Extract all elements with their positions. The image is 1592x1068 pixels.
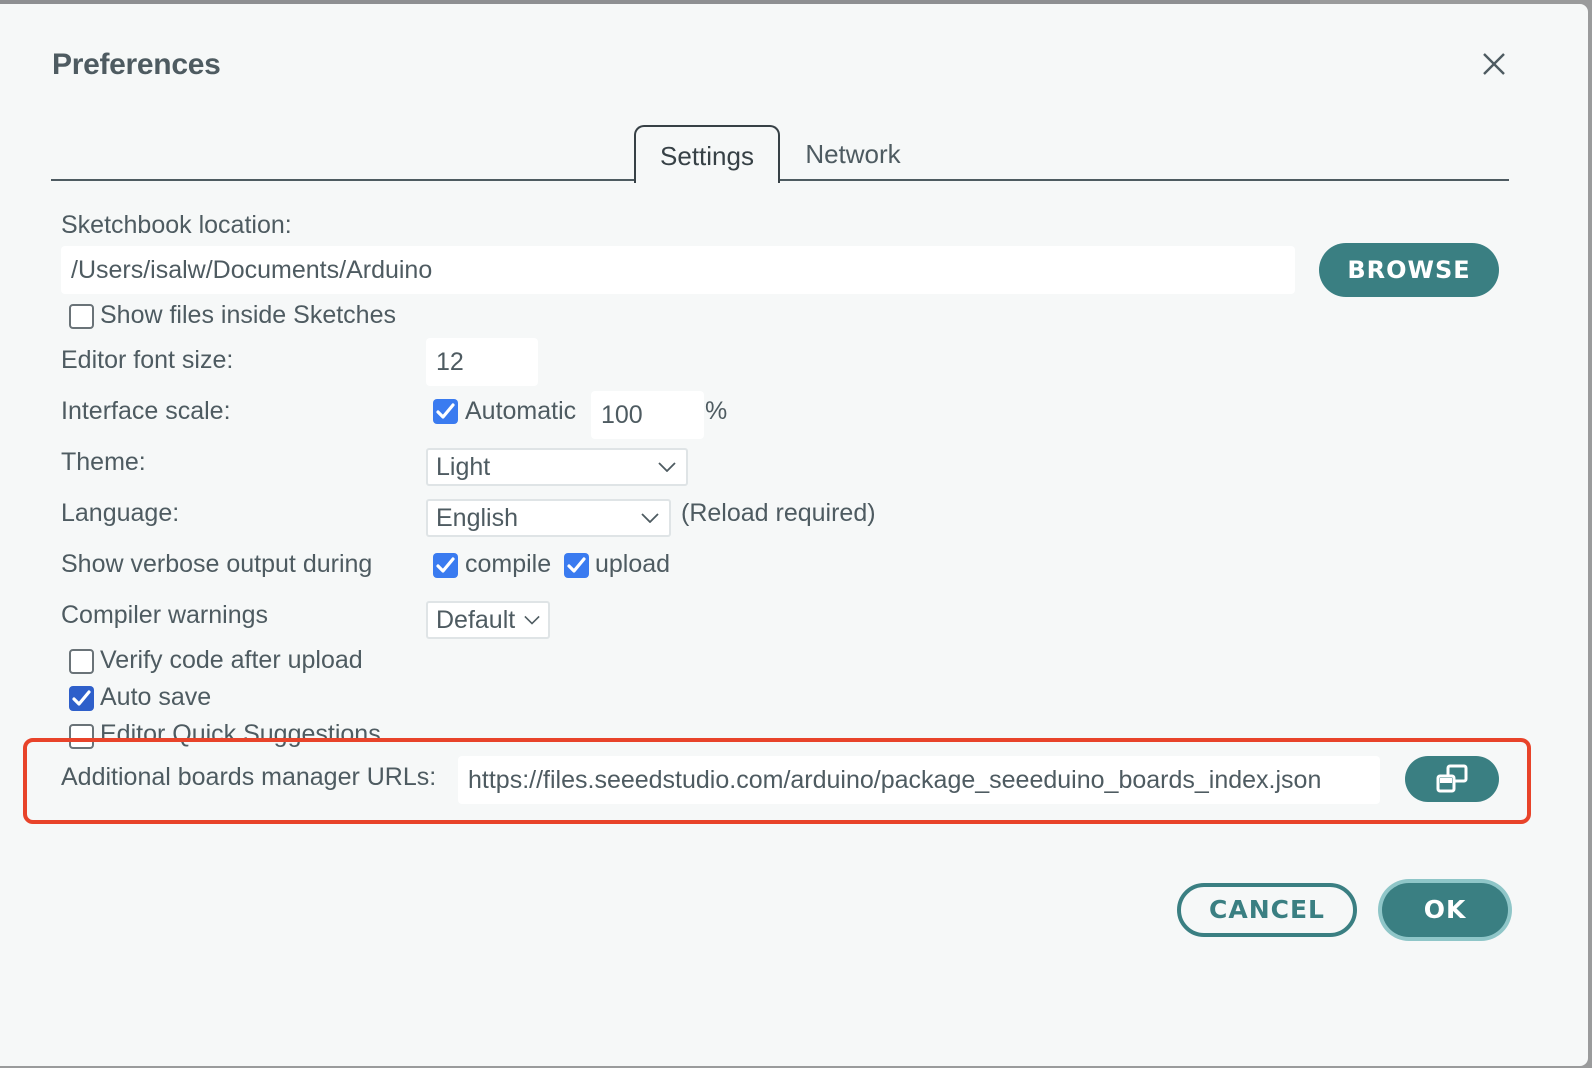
compiler-warnings-select[interactable]: Default <box>426 601 550 639</box>
checkmark-icon <box>436 557 455 573</box>
checkmark-icon <box>567 557 586 573</box>
verbose-upload-checkbox[interactable] <box>564 553 589 578</box>
theme-select[interactable]: Light <box>426 448 688 486</box>
close-button[interactable] <box>1478 48 1510 80</box>
compiler-warnings-select-value: Default <box>436 606 516 634</box>
editor-font-size-input[interactable]: 12 <box>426 338 538 386</box>
verbose-upload-label: upload <box>595 550 671 578</box>
checkmark-icon <box>436 403 455 419</box>
tab-settings[interactable]: Settings <box>634 125 780 183</box>
verbose-compile-checkbox[interactable] <box>433 553 458 578</box>
show-files-checkbox[interactable] <box>69 304 94 329</box>
verify-after-upload-checkbox[interactable] <box>69 649 94 674</box>
auto-save-label: Auto save <box>100 683 212 711</box>
preferences-dialog: Preferences Settings Network Sketchbook … <box>0 4 1588 1066</box>
editor-font-size-label: Editor font size: <box>61 346 234 374</box>
chevron-down-icon <box>641 513 659 523</box>
cancel-button[interactable]: CANCEL <box>1177 883 1357 937</box>
compiler-warnings-label: Compiler warnings <box>61 601 269 629</box>
verbose-output-label: Show verbose output during <box>61 550 373 578</box>
browse-button[interactable]: BROWSE <box>1319 243 1499 297</box>
verbose-compile-label: compile <box>465 550 552 578</box>
chevron-down-icon <box>658 462 676 472</box>
sketchbook-location-input[interactable]: /Users/isalw/Documents/Arduino <box>61 246 1295 294</box>
verify-after-upload-label: Verify code after upload <box>100 646 363 674</box>
open-in-window-icon <box>1436 764 1468 793</box>
boards-manager-urls-input[interactable]: https://files.seeedstudio.com/arduino/pa… <box>458 756 1380 804</box>
edit-boards-urls-button[interactable] <box>1405 756 1499 802</box>
interface-scale-input[interactable]: 100 <box>591 391 704 439</box>
language-select-value: English <box>436 504 518 532</box>
tabs-divider <box>51 179 1509 181</box>
show-files-label: Show files inside Sketches <box>100 301 396 329</box>
auto-save-checkbox[interactable] <box>69 686 94 711</box>
chevron-down-icon <box>524 615 540 625</box>
interface-scale-label: Interface scale: <box>61 397 231 425</box>
quick-suggestions-checkbox[interactable] <box>69 724 94 749</box>
close-icon <box>1483 53 1505 75</box>
reload-required-note: (Reload required) <box>681 499 876 527</box>
theme-label: Theme: <box>61 448 146 476</box>
automatic-scale-checkbox[interactable] <box>433 399 458 424</box>
ok-button[interactable]: OK <box>1382 883 1508 937</box>
scale-percent-unit: % <box>705 397 728 425</box>
tab-network[interactable]: Network <box>790 125 916 181</box>
automatic-scale-label: Automatic <box>465 397 577 425</box>
boards-manager-urls-label: Additional boards manager URLs: <box>61 763 437 791</box>
language-select[interactable]: English <box>426 499 671 537</box>
dialog-title: Preferences <box>52 48 221 81</box>
language-label: Language: <box>61 499 180 527</box>
sketchbook-location-label: Sketchbook location: <box>61 211 292 239</box>
quick-suggestions-label: Editor Quick Suggestions <box>100 720 381 748</box>
checkmark-icon <box>72 690 91 706</box>
theme-select-value: Light <box>436 453 491 481</box>
